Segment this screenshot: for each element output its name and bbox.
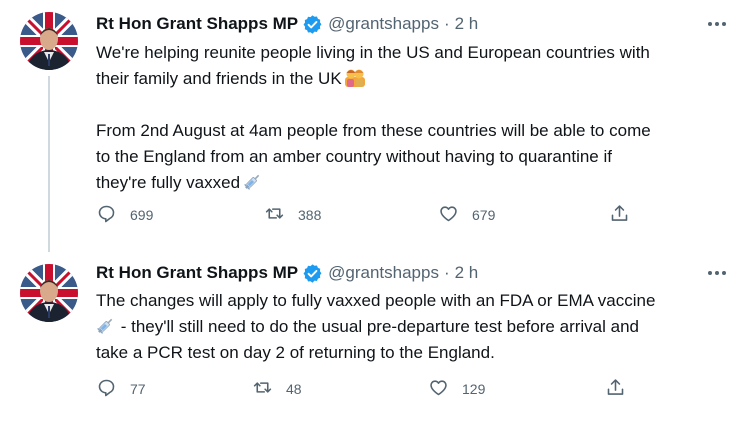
share-icon [609,203,630,227]
like-button[interactable]: 679 [438,200,495,230]
display-name[interactable]: Rt Hon Grant Shapps MP [96,14,298,34]
text-line: We're helping reunite people living in t… [96,43,650,62]
reply-count: 699 [130,207,154,223]
like-count: 679 [472,207,496,223]
timestamp[interactable]: 2 h [455,14,479,34]
retweet-button[interactable]: 48 [252,374,302,404]
syringe-emoji-icon [96,315,116,335]
text-line: take a PCR test on day 2 of returning to… [96,343,495,362]
reply-button[interactable]: 699 [96,200,153,230]
action-bar: 699 388 679 [96,200,636,230]
tweet-text: We're helping reunite people living in t… [96,40,726,196]
retweet-icon [252,377,273,401]
retweet-count: 388 [298,207,322,223]
retweet-count: 48 [286,381,302,397]
separator: · [443,14,450,33]
heart-icon [428,377,449,401]
user-handle[interactable]: @grantshapps [328,14,439,34]
action-bar: 77 48 129 [96,374,636,404]
tweet-header: Rt Hon Grant Shapps MP @grantshapps · 2 … [96,261,478,285]
text-fragment: they're fully vaxxed [96,173,241,192]
tweet-text: The changes will apply to fully vaxxed p… [96,288,726,366]
reply-count: 77 [130,381,146,397]
like-button[interactable]: 129 [428,374,485,404]
text-line: From 2nd August at 4am people from these… [96,121,651,140]
text-line: - they'll still need to do the usual pre… [96,314,726,340]
tweet[interactable]: Rt Hon Grant Shapps MP @grantshapps · 2 … [0,252,744,446]
share-icon [605,377,626,401]
thread-line [48,76,50,252]
retweet-icon [264,203,285,227]
reply-button[interactable]: 77 [96,374,146,404]
avatar[interactable] [20,12,78,70]
verified-badge-icon [302,14,323,35]
retweet-button[interactable]: 388 [264,200,321,230]
timestamp[interactable]: 2 h [455,263,479,283]
more-options-icon[interactable] [700,14,734,34]
text-line: their family and friends in the UK [96,66,726,92]
text-line: to the England from an amber country wit… [96,147,612,166]
display-name[interactable]: Rt Hon Grant Shapps MP [96,263,298,283]
text-line: The changes will apply to fully vaxxed p… [96,291,656,310]
verified-badge-icon [302,263,323,284]
like-count: 129 [462,381,486,397]
reply-icon [96,203,117,227]
user-handle[interactable]: @grantshapps [328,263,439,283]
share-button[interactable] [609,200,630,230]
heart-icon [438,203,459,227]
reply-icon [96,377,117,401]
tweet[interactable]: Rt Hon Grant Shapps MP @grantshapps · 2 … [0,0,744,252]
separator: · [443,263,450,282]
syringe-emoji-icon [243,171,263,191]
text-fragment: - they'll still need to do the usual pre… [116,317,639,336]
share-button[interactable] [605,374,626,404]
more-options-icon[interactable] [700,263,734,283]
text-fragment: their family and friends in the UK [96,69,342,88]
text-line: they're fully vaxxed [96,170,726,196]
tweet-header: Rt Hon Grant Shapps MP @grantshapps · 2 … [96,12,478,36]
avatar[interactable] [20,264,78,322]
family-emoji-icon [344,67,365,87]
